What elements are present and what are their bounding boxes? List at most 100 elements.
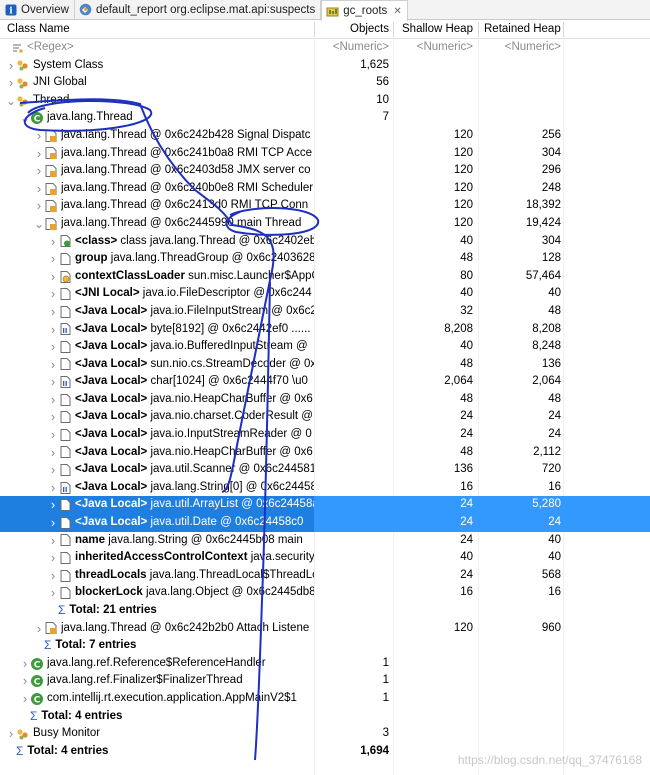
expand-chevron-icon[interactable]: › <box>48 303 58 320</box>
expand-chevron-icon[interactable]: › <box>48 444 58 461</box>
table-row[interactable]: › <Java Local> java.io.FileInputStream @ … <box>0 303 650 321</box>
table-row[interactable]: › java.lang.Thread @ 0x6c241b0a8 RMI TCP … <box>0 145 650 163</box>
objects-filter-input[interactable]: <Numeric> <box>316 39 392 57</box>
table-row[interactable]: › java.lang.Thread @ 0x6c2403d58 JMX serv… <box>0 162 650 180</box>
table-row[interactable]: › <Java Local> java.nio.charset.CoderResu… <box>0 408 650 426</box>
class-name-cell[interactable]: › java.lang.Thread @ 0x6c2413d0 RMI TCP C… <box>0 197 314 215</box>
expand-chevron-icon[interactable]: › <box>48 374 58 391</box>
total-row[interactable]: Σ Total: 7 entries <box>0 637 650 655</box>
table-row[interactable]: ⌄ Thread 10 <box>0 92 650 110</box>
class-name-cell[interactable]: › <Java Local> char[1024] @ 0x6c2444f70 \… <box>0 373 314 391</box>
column-separator[interactable] <box>314 22 315 37</box>
class-name-cell[interactable]: Σ Total: 4 entries <box>0 743 314 761</box>
class-name-cell[interactable]: › <Java Local> java.nio.HeapCharBuffer @ … <box>0 391 314 409</box>
class-name-cell[interactable]: › <Java Local> java.util.Date @ 0x6c24458… <box>0 514 314 532</box>
class-name-cell[interactable]: › Ccom.intellij.rt.execution.application.… <box>0 690 314 708</box>
table-row[interactable]: › Cjava.lang.ref.Reference$ReferenceHandl… <box>0 655 650 673</box>
class-name-cell[interactable]: › <Java Local> java.util.ArrayList @ 0x6c… <box>0 496 314 515</box>
name-filter-input[interactable]: <Regex> <box>27 39 74 57</box>
table-row[interactable]: › contextClassLoader sun.misc.Launcher$Ap… <box>0 268 650 286</box>
close-icon[interactable]: ✕ <box>393 6 401 17</box>
expand-chevron-icon[interactable]: › <box>48 426 58 443</box>
table-row[interactable]: › <Java Local> java.nio.HeapCharBuffer @ … <box>0 444 650 462</box>
expand-chevron-icon[interactable]: › <box>48 250 58 267</box>
tab-overview[interactable]: i Overview <box>0 0 75 19</box>
class-name-cell[interactable]: › <Java Local> java.lang.String[0] @ 0x6c… <box>0 479 314 497</box>
expand-chevron-icon[interactable]: › <box>48 479 58 496</box>
expand-chevron-icon[interactable]: › <box>34 198 44 215</box>
column-shallow-heap[interactable]: Shallow Heap <box>402 20 473 39</box>
class-name-cell[interactable]: › <Java Local> java.util.Scanner @ 0x6c24… <box>0 461 314 479</box>
table-row[interactable]: › JNI Global 56 <box>0 74 650 92</box>
expand-chevron-icon[interactable]: › <box>48 550 58 567</box>
table-row[interactable]: › group java.lang.ThreadGroup @ 0x6c24036… <box>0 250 650 268</box>
expand-chevron-icon[interactable]: › <box>34 180 44 197</box>
collapse-chevron-icon[interactable]: ⌄ <box>6 92 16 109</box>
class-name-cell[interactable]: › name java.lang.String @ 0x6c2445b08 mai… <box>0 532 314 550</box>
column-separator[interactable] <box>478 22 479 37</box>
expand-chevron-icon[interactable]: › <box>48 338 58 355</box>
class-name-cell[interactable]: ⌄ Cjava.lang.Thread <box>0 109 314 127</box>
tab-default-report[interactable]: default_report org.eclipse.mat.api:suspe… <box>75 0 322 19</box>
collapse-chevron-icon[interactable]: ⌄ <box>34 215 44 232</box>
table-row[interactable]: › <Java Local> java.lang.String[0] @ 0x6c… <box>0 479 650 497</box>
class-name-cell[interactable]: › java.lang.Thread @ 0x6c2403d58 JMX serv… <box>0 162 314 180</box>
expand-chevron-icon[interactable]: › <box>20 690 30 707</box>
expand-chevron-icon[interactable]: › <box>6 725 16 742</box>
column-separator[interactable] <box>563 22 564 37</box>
class-name-cell[interactable]: › JNI Global <box>0 74 314 92</box>
table-row[interactable]: › java.lang.Thread @ 0x6c242b2b0 Attach L… <box>0 620 650 638</box>
expand-chevron-icon[interactable]: › <box>48 286 58 303</box>
class-name-cell[interactable]: › Cjava.lang.ref.Finalizer$FinalizerThrea… <box>0 672 314 690</box>
table-row[interactable]: › <Java Local> java.nio.HeapCharBuffer @ … <box>0 391 650 409</box>
class-name-cell[interactable]: › <Java Local> java.io.FileInputStream @ … <box>0 303 314 321</box>
table-row[interactable]: › <JNI Local> java.io.FileDescriptor @ 0x… <box>0 285 650 303</box>
expand-chevron-icon[interactable]: › <box>34 127 44 144</box>
table-row[interactable]: › threadLocals java.lang.ThreadLocal$Thre… <box>0 567 650 585</box>
class-name-cell[interactable]: › inheritedAccessControlContext java.secu… <box>0 549 314 567</box>
table-row[interactable]: › <Java Local> java.io.InputStreamReader … <box>0 426 650 444</box>
class-name-cell[interactable]: › <JNI Local> java.io.FileDescriptor @ 0x… <box>0 285 314 303</box>
table-row[interactable]: › System Class 1,625 <box>0 57 650 75</box>
class-name-cell[interactable]: Σ Total: 4 entries <box>0 708 314 726</box>
class-name-cell[interactable]: › <Java Local> java.nio.charset.CoderResu… <box>0 408 314 426</box>
class-name-cell[interactable]: › java.lang.Thread @ 0x6c242b428 Signal D… <box>0 127 314 145</box>
class-name-cell[interactable]: › threadLocals java.lang.ThreadLocal$Thre… <box>0 567 314 585</box>
class-name-cell[interactable]: › java.lang.Thread @ 0x6c242b2b0 Attach L… <box>0 620 314 638</box>
collapse-chevron-icon[interactable]: ⌄ <box>20 110 30 127</box>
expand-chevron-icon[interactable]: › <box>48 409 58 426</box>
class-name-cell[interactable]: ⌄ Thread <box>0 92 314 110</box>
total-row[interactable]: Σ Total: 21 entries <box>0 602 650 620</box>
class-name-cell[interactable]: › System Class <box>0 57 314 75</box>
table-row[interactable]: › java.lang.Thread @ 0x6c2413d0 RMI TCP C… <box>0 197 650 215</box>
table-row[interactable]: ⌄ java.lang.Thread @ 0x6c2445990 main Thr… <box>0 215 650 233</box>
shallow-filter-input[interactable]: <Numeric> <box>395 39 477 57</box>
table-row[interactable]: › <Java Local> char[1024] @ 0x6c2444f70 \… <box>0 373 650 391</box>
class-name-cell[interactable]: › Cjava.lang.ref.Reference$ReferenceHandl… <box>0 655 314 673</box>
class-name-cell[interactable]: › group java.lang.ThreadGroup @ 0x6c24036… <box>0 250 314 268</box>
expand-chevron-icon[interactable]: › <box>34 145 44 162</box>
expand-chevron-icon[interactable]: › <box>48 532 58 549</box>
class-name-cell[interactable]: › <Java Local> java.nio.HeapCharBuffer @ … <box>0 444 314 462</box>
expand-chevron-icon[interactable]: › <box>34 620 44 637</box>
expand-chevron-icon[interactable]: › <box>6 74 16 91</box>
table-row[interactable]: › blockerLock java.lang.Object @ 0x6c2445… <box>0 584 650 602</box>
table-row[interactable]: › <Java Local> java.io.BufferedInputStrea… <box>0 338 650 356</box>
table-row[interactable]: › <Java Local> java.util.Date @ 0x6c24458… <box>0 514 650 532</box>
class-name-cell[interactable]: › java.lang.Thread @ 0x6c240b0e8 RMI Sche… <box>0 180 314 198</box>
class-name-cell[interactable]: › blockerLock java.lang.Object @ 0x6c2445… <box>0 584 314 602</box>
column-retained-heap[interactable]: Retained Heap <box>484 20 561 39</box>
expand-chevron-icon[interactable]: › <box>34 162 44 179</box>
expand-chevron-icon[interactable]: › <box>48 321 58 338</box>
column-class-name[interactable]: Class Name <box>7 20 70 39</box>
table-row[interactable]: › Ccom.intellij.rt.execution.application.… <box>0 690 650 708</box>
table-row[interactable]: ⌄ Cjava.lang.Thread 7 <box>0 109 650 127</box>
table-row[interactable]: › <Java Local> sun.nio.cs.StreamDecoder @… <box>0 356 650 374</box>
table-row[interactable]: › java.lang.Thread @ 0x6c242b428 Signal D… <box>0 127 650 145</box>
filter-name-cell[interactable]: <Regex> <box>0 39 314 57</box>
total-row[interactable]: Σ Total: 4 entries <box>0 708 650 726</box>
column-objects[interactable]: Objects <box>350 20 389 39</box>
expand-chevron-icon[interactable]: › <box>48 233 58 250</box>
class-name-cell[interactable]: › contextClassLoader sun.misc.Launcher$Ap… <box>0 268 314 286</box>
expand-chevron-icon[interactable]: › <box>48 567 58 584</box>
